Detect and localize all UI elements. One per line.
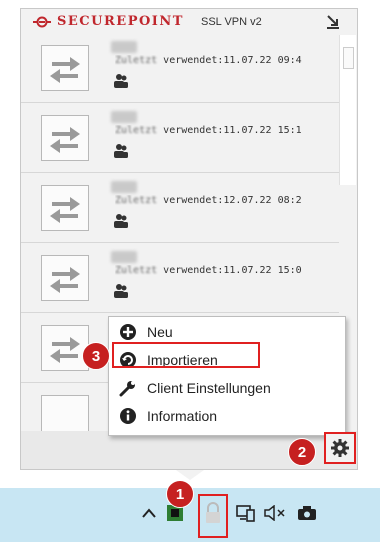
connect-arrows-icon[interactable]: [41, 255, 89, 301]
user-group-icon: [114, 214, 128, 228]
window-header: SECUREPOINT SSL VPN v2: [21, 9, 357, 35]
connection-row[interactable]: Zuletzt verwendet:12.07.22 08:2: [21, 175, 339, 243]
download-arrow-icon: [327, 15, 339, 29]
gear-icon: [331, 439, 349, 457]
menu-item-information[interactable]: Information: [109, 403, 345, 429]
step-badge-2: 2: [288, 438, 316, 466]
last-used-text: Zuletzt verwendet:11.07.22 09:4: [115, 55, 302, 66]
connection-name-redacted: [111, 41, 137, 53]
info-icon: [120, 408, 136, 424]
popup-pointer: [176, 470, 204, 480]
connection-name-redacted: [111, 251, 137, 263]
step-badge-3: 3: [82, 342, 110, 370]
connection-name-redacted: [111, 181, 137, 193]
list-scrollbar[interactable]: [339, 35, 356, 185]
last-used-text: Zuletzt verwendet:11.07.22 15:1: [115, 125, 302, 136]
speaker-muted-icon[interactable]: [264, 505, 286, 521]
connection-name-redacted: [111, 111, 137, 123]
import-highlight-annotation: [112, 342, 260, 368]
brand-name: SECUREPOINT: [57, 14, 184, 29]
connection-row[interactable]: Zuletzt verwendet:11.07.22 15:1: [21, 105, 339, 173]
connect-arrows-icon[interactable]: [41, 395, 89, 431]
chevron-up-icon[interactable]: [142, 508, 156, 518]
securepoint-logo-icon: [33, 16, 51, 28]
connection-row[interactable]: Zuletzt verwendet:11.07.22 09:4: [21, 35, 339, 103]
step-badge-1: 1: [166, 480, 194, 508]
user-group-icon: [114, 144, 128, 158]
connect-arrows-icon[interactable]: [41, 45, 89, 91]
connection-row[interactable]: Zuletzt verwendet:11.07.22 15:0: [21, 245, 339, 313]
settings-gear-button[interactable]: [324, 432, 356, 464]
connect-arrows-icon[interactable]: [41, 115, 89, 161]
last-used-text: Zuletzt verwendet:11.07.22 15:0: [115, 265, 302, 276]
network-icon[interactable]: [236, 504, 256, 522]
scroll-thumb[interactable]: [343, 47, 354, 69]
wrench-icon: [119, 381, 135, 397]
camera-icon[interactable]: [296, 505, 318, 521]
menu-item-client-settings[interactable]: Client Einstellungen: [109, 375, 345, 401]
context-menu: Neu Importieren Client Einstellungen Inf…: [108, 316, 346, 436]
plus-circle-icon: [120, 324, 136, 340]
product-name: SSL VPN v2: [201, 16, 262, 28]
user-group-icon: [114, 284, 128, 298]
connect-arrows-icon[interactable]: [41, 185, 89, 231]
user-group-icon: [114, 74, 128, 88]
minimize-to-tray-button[interactable]: [321, 12, 345, 32]
connect-arrows-icon[interactable]: [41, 325, 89, 371]
vpn-tray-highlight-annotation: [198, 494, 228, 538]
last-used-text: Zuletzt verwendet:12.07.22 08:2: [115, 195, 302, 206]
